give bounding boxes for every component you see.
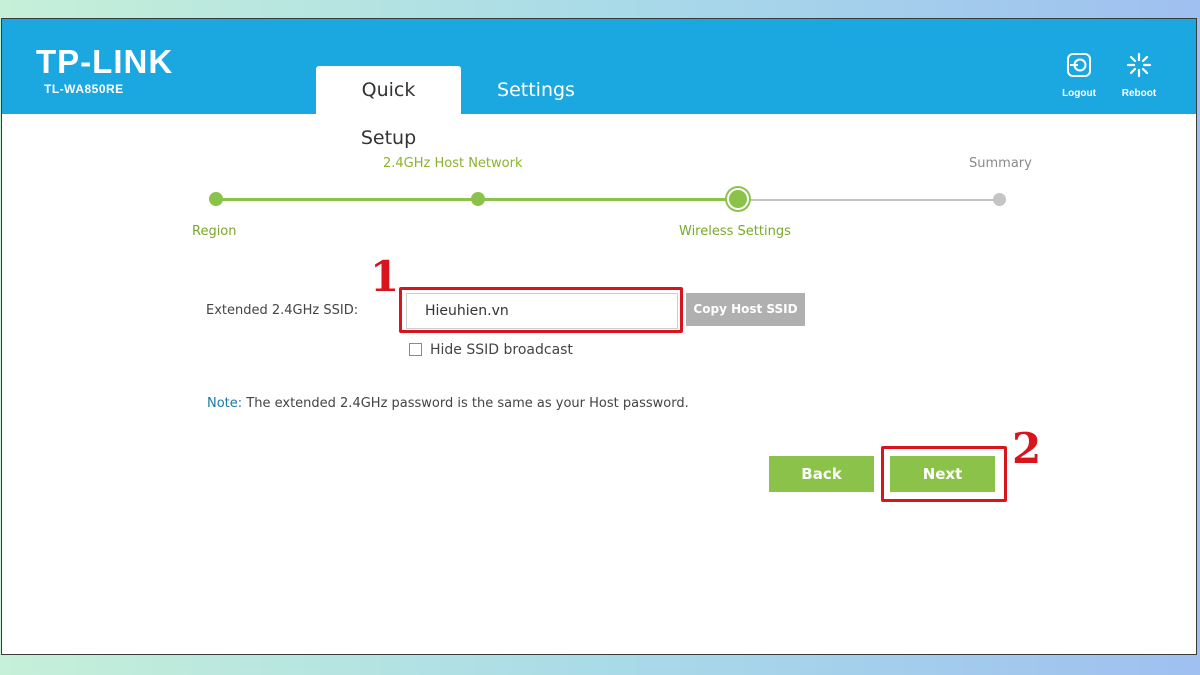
reboot-label: Reboot bbox=[1121, 88, 1157, 99]
note-key: Note: bbox=[207, 396, 243, 411]
reboot-button[interactable]: Reboot bbox=[1114, 52, 1164, 100]
progress-track-pending bbox=[738, 199, 1000, 201]
tab-quick-setup[interactable]: Quick Setup bbox=[316, 66, 461, 149]
ssid-highlight-box bbox=[399, 287, 683, 333]
logout-icon bbox=[1067, 53, 1091, 77]
back-button[interactable]: Back bbox=[769, 456, 874, 492]
step-label-region: Region bbox=[192, 224, 237, 239]
ssid-label: Extended 2.4GHz SSID: bbox=[206, 303, 359, 318]
step-dot-summary bbox=[993, 193, 1006, 206]
next-highlight-box bbox=[881, 446, 1007, 502]
tab-settings[interactable]: Settings bbox=[481, 66, 591, 114]
step-label-wireless-settings: Wireless Settings bbox=[679, 224, 791, 239]
header-bar: TP-LINK TL-WA850RE Quick Setup Settings … bbox=[2, 19, 1196, 149]
step-label-summary: Summary bbox=[969, 156, 1032, 171]
reboot-icon bbox=[1126, 52, 1152, 78]
step-dot-wireless-settings bbox=[727, 188, 749, 210]
brand-logo: TP-LINK bbox=[36, 43, 174, 80]
step-label-host-network: 2.4GHz Host Network bbox=[383, 156, 523, 171]
annotation-number-2: 2 bbox=[1012, 424, 1042, 473]
step-dot-host-network bbox=[471, 192, 485, 206]
model-name: TL-WA850RE bbox=[44, 82, 124, 96]
hide-ssid-label: Hide SSID broadcast bbox=[430, 342, 573, 358]
note-text: Note: The extended 2.4GHz password is th… bbox=[207, 396, 689, 411]
step-dot-region bbox=[209, 192, 223, 206]
hide-ssid-checkbox[interactable] bbox=[409, 343, 422, 356]
annotation-number-1: 1 bbox=[370, 252, 400, 301]
logout-label: Logout bbox=[1062, 88, 1096, 99]
logout-button[interactable]: Logout bbox=[1054, 52, 1104, 100]
router-admin-window: TP-LINK TL-WA850RE Quick Setup Settings … bbox=[1, 18, 1197, 655]
copy-host-ssid-button[interactable]: Copy Host SSID bbox=[686, 293, 805, 326]
note-body: The extended 2.4GHz password is the same… bbox=[246, 396, 689, 411]
